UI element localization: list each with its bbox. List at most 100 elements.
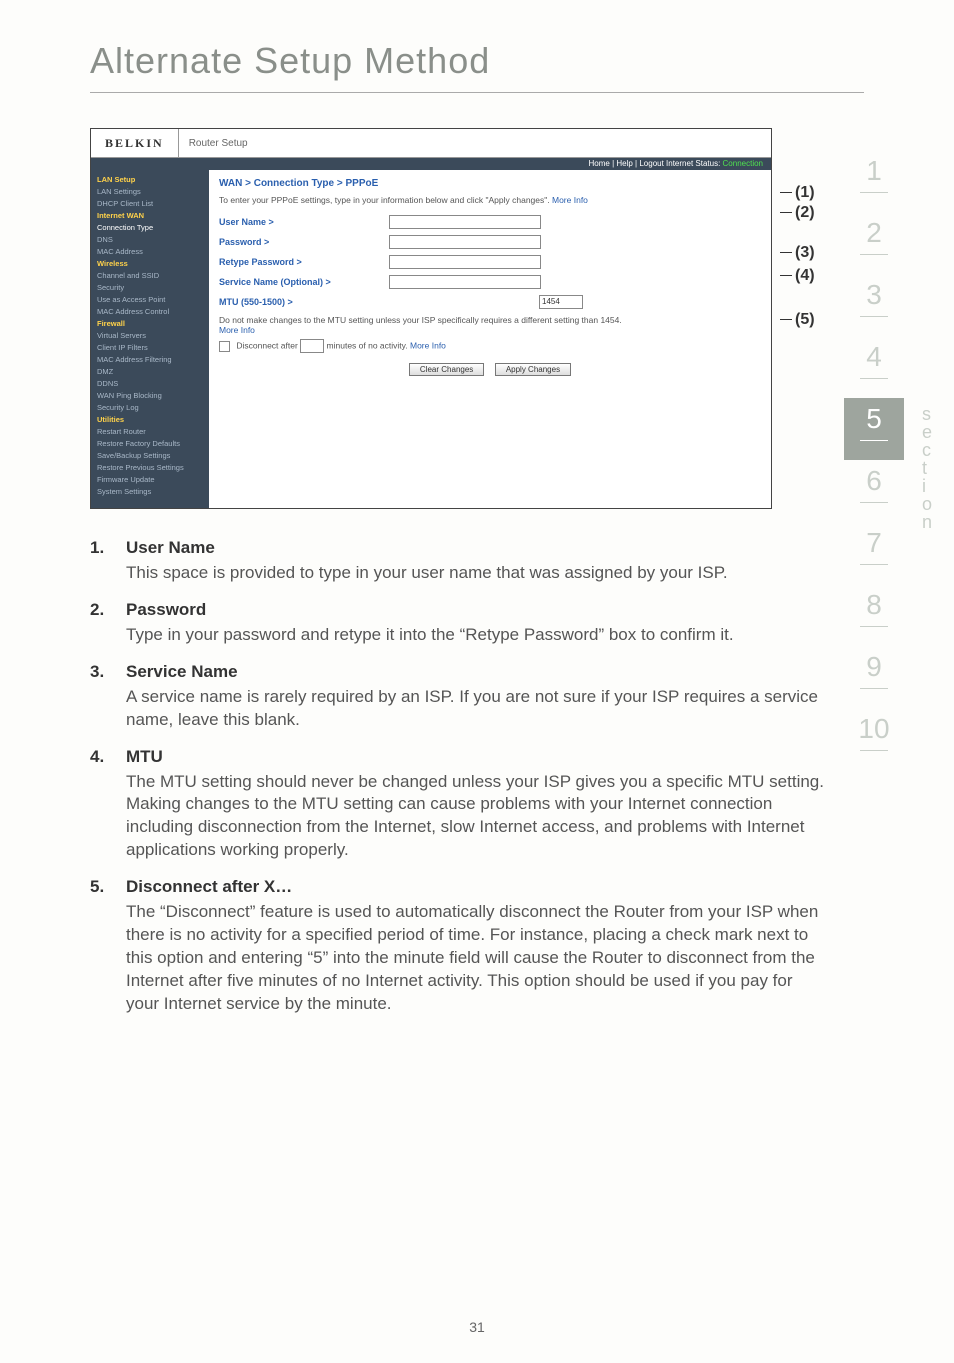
item-3-heading: Service Name [126, 661, 824, 684]
item-1-body: This space is provided to type in your u… [126, 562, 824, 585]
section-index-1: 1 [844, 150, 904, 212]
section-index-8: 8 [844, 584, 904, 646]
row-user-name: User Name > [219, 213, 761, 231]
section-index: 1 2 3 4 5 6 7 8 9 10 [844, 150, 904, 770]
sidebar-item[interactable]: System Settings [91, 486, 209, 498]
hint-text: To enter your PPPoE settings, type in yo… [219, 195, 761, 205]
callout-2: (2) [780, 204, 815, 224]
callout-5: (5) [780, 311, 815, 334]
sidebar-item[interactable]: MAC Address Filtering [91, 354, 209, 366]
button-row: Clear Changes Apply Changes [219, 363, 761, 376]
disconnect-prefix: Disconnect after [236, 340, 300, 350]
item-5-num: 5. [90, 876, 126, 1016]
label-retype-password: Retype Password > [219, 257, 389, 267]
section-index-3: 3 [844, 274, 904, 336]
status-bar-text: Home | Help | Logout Internet Status: [589, 159, 723, 168]
row-password: Password > [219, 233, 761, 251]
item-4-heading: MTU [126, 746, 824, 769]
status-bar-connection: Connection [723, 159, 763, 168]
router-setup-label: Router Setup [179, 138, 771, 149]
row-mtu: MTU (550-1500) > 1454 [219, 293, 761, 311]
sidebar-item[interactable]: Security Log [91, 402, 209, 414]
input-password[interactable] [389, 235, 541, 249]
sidebar-item[interactable]: WAN Ping Blocking [91, 390, 209, 402]
callout-3: (3) [780, 244, 815, 267]
sidebar-item[interactable]: Client IP Filters [91, 342, 209, 354]
item-2-body: Type in your password and retype it into… [126, 624, 824, 647]
sidebar-item[interactable]: MAC Address Control [91, 306, 209, 318]
more-info-link-3[interactable]: More Info [410, 340, 446, 350]
sidebar-item[interactable]: LAN Settings [91, 186, 209, 198]
item-4-body: The MTU setting should never be changed … [126, 771, 824, 863]
item-3: 3. Service Name A service name is rarely… [90, 661, 824, 732]
item-5: 5. Disconnect after X… The “Disconnect” … [90, 876, 824, 1016]
page-number: 31 [0, 1319, 954, 1335]
screenshot-header: BELKIN Router Setup [91, 129, 771, 158]
sidebar-item[interactable]: DHCP Client List [91, 198, 209, 210]
item-4-num: 4. [90, 746, 126, 863]
item-1: 1. User Name This space is provided to t… [90, 537, 824, 585]
disconnect-checkbox[interactable] [219, 341, 230, 352]
content: 1. User Name This space is provided to t… [90, 537, 824, 1016]
sidebar-item[interactable]: Security [91, 282, 209, 294]
section-index-9: 9 [844, 646, 904, 708]
sidebar-item[interactable]: DDNS [91, 378, 209, 390]
sidebar-item[interactable]: Firmware Update [91, 474, 209, 486]
screenshot-wrap: BELKIN Router Setup Home | Help | Logout… [90, 128, 840, 509]
callouts: (1) (2) (3) (4) (5) [780, 184, 815, 334]
sidebar-item[interactable]: Restart Router [91, 426, 209, 438]
input-retype-password[interactable] [389, 255, 541, 269]
sidebar-item[interactable]: Firewall [91, 318, 209, 330]
more-info-link-2[interactable]: More Info [219, 325, 255, 335]
status-bar: Home | Help | Logout Internet Status: Co… [91, 158, 771, 170]
sidebar-item[interactable]: LAN Setup [91, 174, 209, 186]
sidebar-item[interactable]: DNS [91, 234, 209, 246]
sidebar-item[interactable]: DMZ [91, 366, 209, 378]
sidebar-item[interactable]: Connection Type [91, 222, 209, 234]
item-4: 4. MTU The MTU setting should never be c… [90, 746, 824, 863]
clear-changes-button[interactable]: Clear Changes [409, 363, 484, 376]
item-3-body: A service name is rarely required by an … [126, 686, 824, 732]
mtu-note: Do not make changes to the MTU setting u… [219, 315, 761, 335]
row-service-name: Service Name (Optional) > [219, 273, 761, 291]
callout-1: (1) [780, 184, 815, 204]
screenshot-main: WAN > Connection Type > PPPoE To enter y… [209, 170, 771, 508]
sidebar-item[interactable]: MAC Address [91, 246, 209, 258]
input-service-name[interactable] [389, 275, 541, 289]
item-5-body: The “Disconnect” feature is used to auto… [126, 901, 824, 1016]
sidebar-item[interactable]: Utilities [91, 414, 209, 426]
section-index-5: 5 [844, 398, 904, 460]
section-label: section [922, 405, 936, 531]
input-user-name[interactable] [389, 215, 541, 229]
item-5-heading: Disconnect after X… [126, 876, 824, 899]
sidebar-item[interactable]: Restore Factory Defaults [91, 438, 209, 450]
screenshot: BELKIN Router Setup Home | Help | Logout… [90, 128, 772, 509]
item-2-heading: Password [126, 599, 824, 622]
row-retype: Retype Password > [219, 253, 761, 271]
disconnect-suffix: minutes of no activity. [327, 340, 410, 350]
page-title: Alternate Setup Method [0, 0, 954, 92]
input-mtu[interactable]: 1454 [539, 295, 583, 309]
sidebar-item[interactable]: Restore Previous Settings [91, 462, 209, 474]
section-index-4: 4 [844, 336, 904, 398]
item-3-num: 3. [90, 661, 126, 732]
sidebar-item[interactable]: Internet WAN [91, 210, 209, 222]
input-disconnect-minutes[interactable] [300, 339, 324, 353]
screenshot-body: LAN SetupLAN SettingsDHCP Client ListInt… [91, 170, 771, 508]
section-index-10: 10 [844, 708, 904, 770]
sidebar-item[interactable]: Use as Access Point [91, 294, 209, 306]
sidebar: LAN SetupLAN SettingsDHCP Client ListInt… [91, 170, 209, 508]
item-1-heading: User Name [126, 537, 824, 560]
section-index-7: 7 [844, 522, 904, 584]
sidebar-item[interactable]: Wireless [91, 258, 209, 270]
callout-4: (4) [780, 267, 815, 287]
sidebar-item[interactable]: Channel and SSID [91, 270, 209, 282]
item-2-num: 2. [90, 599, 126, 647]
section-index-6: 6 [844, 460, 904, 522]
sidebar-item[interactable]: Virtual Servers [91, 330, 209, 342]
disconnect-row: Disconnect after minutes of no activity.… [219, 339, 761, 353]
more-info-link[interactable]: More Info [552, 195, 588, 205]
item-1-num: 1. [90, 537, 126, 585]
sidebar-item[interactable]: Save/Backup Settings [91, 450, 209, 462]
apply-changes-button[interactable]: Apply Changes [495, 363, 571, 376]
